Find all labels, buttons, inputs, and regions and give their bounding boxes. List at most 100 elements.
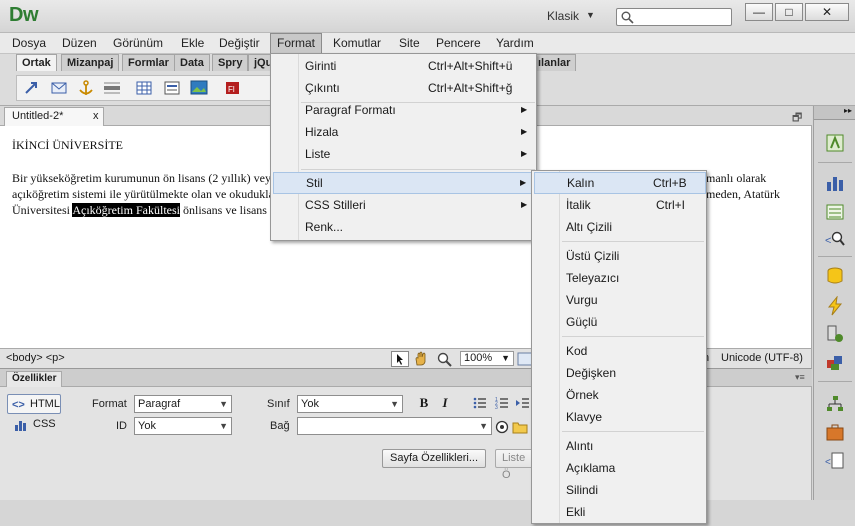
menu-item-hizala[interactable]: Hizala ▶ [271,121,536,143]
databases-icon[interactable] [825,266,845,286]
menu-duzen[interactable]: Düzen [56,33,103,54]
menu-item-css-stilleri[interactable]: CSS Stilleri ▶ [271,194,536,216]
menu-item-alinti[interactable]: Alıntı [532,435,706,457]
menu-item-ustu-cizili[interactable]: Üstü Çizili [532,245,706,267]
class-value: Yok [301,398,319,410]
zoom-value: 100% [464,352,493,364]
panel-options-icon[interactable]: ▾≡ [795,372,805,383]
folder-icon[interactable] [512,420,528,434]
css-styles-icon[interactable] [825,173,845,193]
menu-item-aciklama[interactable]: Açıklama [532,457,706,479]
media-icon[interactable]: Fl [224,80,242,96]
italic-button[interactable]: I [437,395,453,411]
hyperlink-icon[interactable] [23,80,41,96]
chevron-down-icon[interactable]: ▼ [586,10,595,20]
zoom-tool-icon[interactable] [437,352,452,367]
menu-site[interactable]: Site [393,33,426,54]
menu-item-renk[interactable]: Renk... [271,216,536,238]
tag-selector[interactable]: <body> <p> [6,352,65,364]
menu-item-klavye[interactable]: Klavye [532,406,706,428]
menu-gorunum[interactable]: Görünüm [107,33,169,54]
menu-item-shortcut: Ctrl+Alt+Shift+ü [428,59,513,73]
css-mode-button[interactable]: CSS [15,418,56,431]
image-icon[interactable] [190,80,208,96]
server-behaviors-icon[interactable] [825,324,845,344]
snippets-icon[interactable]: < [825,451,845,471]
menu-item-stil[interactable]: Stil ▶ [273,172,534,194]
menu-item-guclu[interactable]: Güçlü [532,311,706,333]
outdent-icon[interactable] [516,396,530,410]
dock-collapse-icon[interactable]: ▸▸ [814,106,855,120]
document-tab[interactable]: Untitled-2* x [4,107,104,126]
menu-format[interactable]: Format [270,33,323,54]
email-link-icon[interactable] [50,80,68,96]
menu-item-ornek[interactable]: Örnek [532,384,706,406]
insert-panel-icon[interactable] [825,133,845,153]
submenu-arrow-icon: ▶ [521,127,528,136]
menu-item-liste[interactable]: Liste ▶ [271,143,536,165]
title-bar: Dw Klasik ▼ — □ ✕ [0,0,855,33]
menu-yardim[interactable]: Yardım [490,33,540,54]
behaviors-icon[interactable] [825,296,845,316]
tab-spry[interactable]: Spry [212,54,249,71]
menu-item-vurgu[interactable]: Vurgu [532,289,706,311]
minimize-button[interactable]: — [745,3,773,21]
tab-mizanpaj[interactable]: Mizanpaj [61,54,120,71]
list-item-button[interactable]: Liste Ö [495,449,535,481]
tag-inspector-icon[interactable]: < [825,229,845,249]
maximize-button[interactable]: □ [775,3,803,21]
workspace-switcher[interactable]: Klasik [547,9,579,23]
ordered-list-icon[interactable]: 123 [495,396,509,410]
tab-ortak[interactable]: Ortak [16,54,57,71]
properties-title[interactable]: Özellikler [6,371,63,387]
menu-item-kod[interactable]: Kod [532,340,706,362]
unordered-list-icon[interactable] [473,396,487,410]
search-input[interactable] [616,8,732,26]
menu-item-label: Renk... [305,220,344,234]
encoding-label: Unicode (UTF-8) [721,352,803,364]
menu-dosya[interactable]: Dosya [6,33,52,54]
horizontal-rule-icon[interactable] [103,80,121,96]
menu-degistir[interactable]: Değiştir [213,33,266,54]
div-icon[interactable] [163,80,181,96]
table-icon[interactable] [135,80,153,96]
menu-item-girinti[interactable]: Girinti Ctrl+Alt+Shift+ü [271,55,536,77]
tab-formlar[interactable]: Formlar [122,54,175,71]
menu-item-degisken[interactable]: Değişken [532,362,706,384]
right-panel-dock: ▸▸ < < [813,106,855,500]
link-input[interactable]: ▼ [297,417,492,435]
format-select[interactable]: Paragraf ▼ [134,395,232,413]
tab-sik-kullanilanlar[interactable]: ılanlar [532,54,577,71]
menu-ekle[interactable]: Ekle [175,33,210,54]
class-select[interactable]: Yok ▼ [297,395,403,413]
menu-item-ekli[interactable]: Ekli [532,501,706,523]
hand-tool-icon[interactable] [413,351,429,367]
assets-icon[interactable] [825,422,845,442]
id-select[interactable]: Yok ▼ [134,417,232,435]
files-tree-icon[interactable] [825,394,845,414]
menu-item-silindi[interactable]: Silindi [532,479,706,501]
page-properties-button[interactable]: Sayfa Özellikleri... [382,449,486,468]
menu-item-kalin[interactable]: Kalın Ctrl+B [534,172,706,194]
bold-button[interactable]: B [416,395,432,411]
point-to-file-icon[interactable] [495,420,509,434]
menu-item-alti-cizili[interactable]: Altı Çizili [532,216,706,238]
dock-separator [818,256,852,257]
menu-item-cikinti[interactable]: Çıkıntı Ctrl+Alt+Shift+ğ [271,77,536,99]
chevron-down-icon: ▼ [479,421,488,431]
select-tool-icon[interactable] [391,351,409,367]
menu-komutlar[interactable]: Komutlar [327,33,387,54]
zoom-select[interactable]: 100% ▼ [460,351,514,366]
menu-item-italik[interactable]: İtalik Ctrl+I [532,194,706,216]
components-icon[interactable] [825,352,845,372]
menu-item-teleyazici[interactable]: Teleyazıcı [532,267,706,289]
menu-item-paragraf-formati[interactable]: Paragraf Formatı ▶ [271,99,536,121]
menu-pencere[interactable]: Pencere [430,33,487,54]
html-mode-button[interactable]: <> HTML [7,394,61,414]
anchor-icon[interactable] [77,80,95,96]
ap-elements-icon[interactable] [825,202,845,222]
menu-item-label: Çıkıntı [305,81,340,95]
tab-data[interactable]: Data [174,54,210,71]
close-icon[interactable]: x [93,108,99,125]
close-button[interactable]: ✕ [805,3,849,21]
